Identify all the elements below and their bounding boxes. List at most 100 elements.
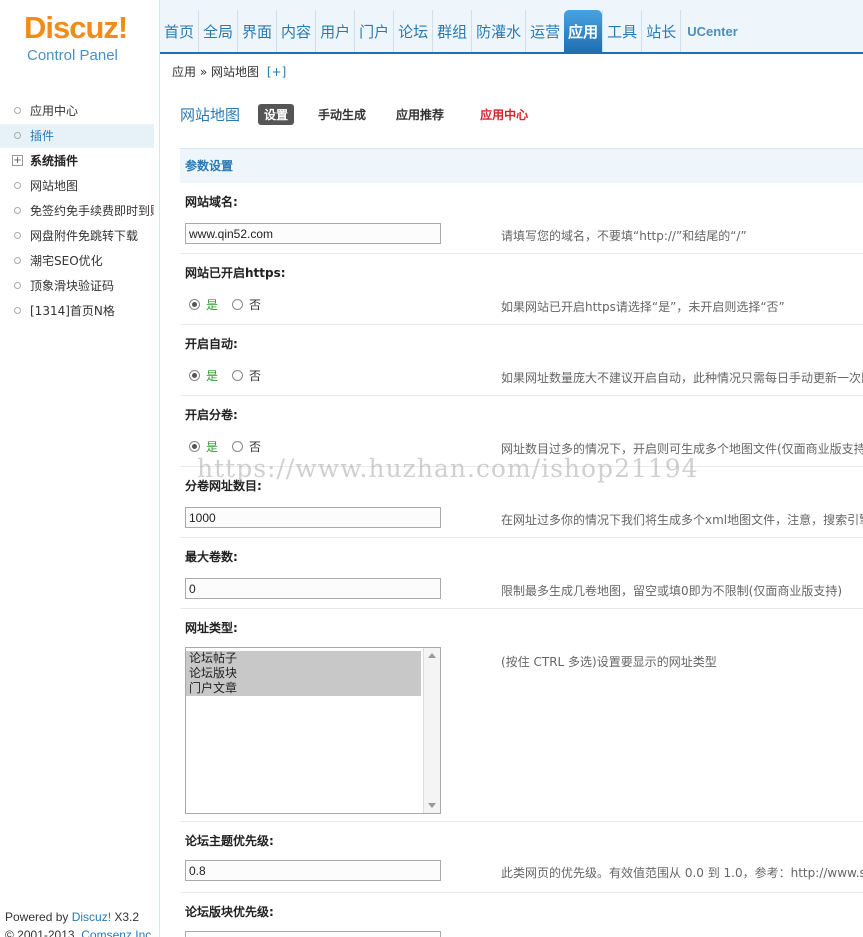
sidebar-item-netdisk[interactable]: 网盘附件免跳转下载 — [0, 224, 154, 248]
field-tip: 此类网页的优先级。有效值范围从 0.0 到 1.0，参考：http://www.… — [501, 866, 863, 880]
split-radio-group: 是 否 — [189, 438, 275, 455]
logo[interactable]: Discuz! Control Panel — [0, 0, 160, 90]
field-domain: 网站域名: 请填写您的域名，不要填“http://”和结尾的“/” — [180, 183, 863, 254]
nav-antispam[interactable]: 防灌水 — [471, 10, 525, 52]
url-types-select[interactable]: 论坛帖子 论坛版块 门户文章 — [185, 647, 441, 814]
https-radio-group: 是 否 — [189, 296, 275, 313]
tab-manual-generate[interactable]: 手动生成 — [312, 104, 372, 125]
sidebar-item-app-center[interactable]: 应用中心 — [0, 99, 154, 123]
powered-brand[interactable]: Discuz! — [72, 910, 111, 924]
nav-apps[interactable]: 应用 — [564, 10, 603, 52]
sidebar: 应用中心 插件 + 系统插件 网站地图 免签约免手续费即时到账 网盘附件免跳转下… — [0, 90, 160, 937]
https-no-radio[interactable] — [232, 299, 244, 310]
listbox-scrollbar[interactable] — [423, 648, 440, 813]
auto-radio-group: 是 否 — [189, 367, 275, 384]
auto-no-radio[interactable] — [232, 370, 244, 381]
field-label: 网站域名: — [185, 195, 238, 209]
field-tip: 如果网址数量庞大不建议开启自动，此种情况只需每日手动更新一次即可 — [501, 371, 863, 385]
field-url-types: 网址类型: 论坛帖子 论坛版块 门户文章 (按住 CTRL 多选)设置要显示的网… — [180, 609, 863, 822]
split-count-input[interactable] — [185, 507, 441, 528]
scroll-up-arrow-icon[interactable] — [428, 653, 436, 658]
page-title: 网站地图 — [180, 105, 241, 124]
nav-user[interactable]: 用户 — [315, 10, 354, 52]
sidebar-item-seo[interactable]: 潮宅SEO优化 — [0, 249, 154, 273]
sidebar-item-label: 网站地图 — [30, 179, 79, 193]
radio-label-yes: 是 — [206, 369, 219, 383]
nav-tools[interactable]: 工具 — [602, 10, 641, 52]
scroll-down-arrow-icon[interactable] — [428, 803, 436, 808]
field-tip: 如果网站已开启https请选择“是”，未开启则选择“否” — [501, 300, 785, 314]
expand-plus-icon[interactable]: + — [12, 155, 23, 166]
logo-subtitle: Control Panel — [27, 47, 118, 64]
bullet-icon — [14, 307, 21, 314]
bullet-icon — [14, 207, 21, 214]
logo-brand: Discuz! — [24, 10, 128, 45]
field-tip: 在网址过多你的情况下我们将生成多个xml地图文件，注意，搜索引擎 — [501, 513, 863, 527]
breadcrumb-root[interactable]: 应用 — [172, 65, 196, 79]
sidebar-item-label: 应用中心 — [30, 104, 79, 118]
url-type-option[interactable]: 论坛版块 — [186, 666, 421, 681]
bullet-icon — [14, 232, 21, 239]
nav-group[interactable]: 群组 — [432, 10, 471, 52]
page-header: 网站地图 设置 手动生成 应用推荐 应用中心 — [180, 103, 552, 125]
nav-operation[interactable]: 运营 — [525, 10, 564, 52]
tab-settings[interactable]: 设置 — [258, 103, 295, 125]
split-no-radio[interactable] — [232, 441, 244, 452]
field-split-count: 分卷网址数目: 在网址过多你的情况下我们将生成多个xml地图文件，注意，搜索引擎 — [180, 467, 863, 538]
field-label: 网站已开启https: — [185, 266, 286, 280]
max-volumes-input[interactable] — [185, 578, 441, 599]
add-shortcut-button[interactable]: [+] — [267, 65, 286, 79]
sidebar-item-label: 插件 — [30, 129, 55, 143]
tab-app-recommend[interactable]: 应用推荐 — [390, 104, 450, 125]
section-title: 参数设置 — [180, 148, 863, 183]
nav-portal[interactable]: 门户 — [354, 10, 393, 52]
nav-style[interactable]: 界面 — [237, 10, 276, 52]
powered-prefix: Powered by — [5, 910, 72, 924]
field-tip: 限制最多生成几卷地图，留空或填0即为不限制(仅面商业版支持) — [501, 584, 843, 598]
forum-priority-input[interactable] — [185, 931, 441, 937]
nav-content[interactable]: 内容 — [276, 10, 315, 52]
breadcrumb: 应用 » 网站地图 [+] — [172, 63, 286, 80]
radio-label-yes: 是 — [206, 440, 219, 454]
field-label: 开启自动: — [185, 337, 238, 351]
sidebar-item-grid[interactable]: [1314]首页N格 — [0, 299, 154, 323]
bullet-icon — [14, 107, 21, 114]
breadcrumb-bar: 应用 » 网站地图 [+] — [160, 52, 863, 90]
top-nav: 首页 全局 界面 内容 用户 门户 论坛 群组 防灌水 运营 应用 工具 站长 … — [160, 10, 744, 52]
powered-by: Powered by Discuz! X3.2 — [5, 910, 139, 924]
auto-yes-radio[interactable] — [189, 370, 200, 381]
nav-home[interactable]: 首页 — [160, 10, 198, 52]
copyright-link[interactable]: Comsenz Inc. — [81, 928, 154, 937]
sidebar-item-plugins[interactable]: 插件 — [0, 124, 154, 148]
field-label: 网址类型: — [185, 621, 238, 635]
field-label: 分卷网址数目: — [185, 479, 262, 493]
url-type-option[interactable]: 论坛帖子 — [186, 651, 421, 666]
field-auto: 开启自动: 是 否 如果网址数量庞大不建议开启自动，此种情况只需每日手动更新一次… — [180, 325, 863, 396]
nav-founder[interactable]: 站长 — [641, 10, 680, 52]
nav-global[interactable]: 全局 — [198, 10, 237, 52]
radio-label-no: 否 — [249, 440, 262, 454]
radio-label-no: 否 — [249, 369, 262, 383]
nav-ucenter[interactable]: UCenter — [680, 10, 744, 52]
nav-forum[interactable]: 论坛 — [393, 10, 432, 52]
field-label: 论坛主题优先级: — [185, 834, 274, 848]
bullet-icon — [14, 132, 21, 139]
bullet-icon — [14, 182, 21, 189]
sidebar-item-captcha[interactable]: 顶象滑块验证码 — [0, 274, 154, 298]
tab-app-center[interactable]: 应用中心 — [474, 104, 534, 125]
main-content: 网站地图 设置 手动生成 应用推荐 应用中心 参数设置 网站域名: 请填写您的域… — [160, 90, 863, 937]
sidebar-item-label: 免签约免手续费即时到账 — [30, 204, 154, 218]
sidebar-group-system-plugins[interactable]: + 系统插件 — [0, 149, 154, 173]
https-yes-radio[interactable] — [189, 299, 200, 310]
field-forum-priority: 论坛版块优先级: — [180, 893, 863, 937]
breadcrumb-current: 网站地图 — [211, 65, 260, 79]
field-tip: 请填写您的域名，不要填“http://”和结尾的“/” — [501, 229, 747, 243]
split-yes-radio[interactable] — [189, 441, 200, 452]
sidebar-item-sitemap[interactable]: 网站地图 — [0, 174, 154, 198]
thread-priority-input[interactable] — [185, 860, 441, 881]
url-type-option[interactable]: 门户文章 — [186, 681, 421, 696]
sidebar-item-payment[interactable]: 免签约免手续费即时到账 — [0, 199, 154, 223]
domain-input[interactable] — [185, 223, 441, 244]
radio-label-yes: 是 — [206, 298, 219, 312]
powered-version: X3.2 — [111, 910, 140, 924]
